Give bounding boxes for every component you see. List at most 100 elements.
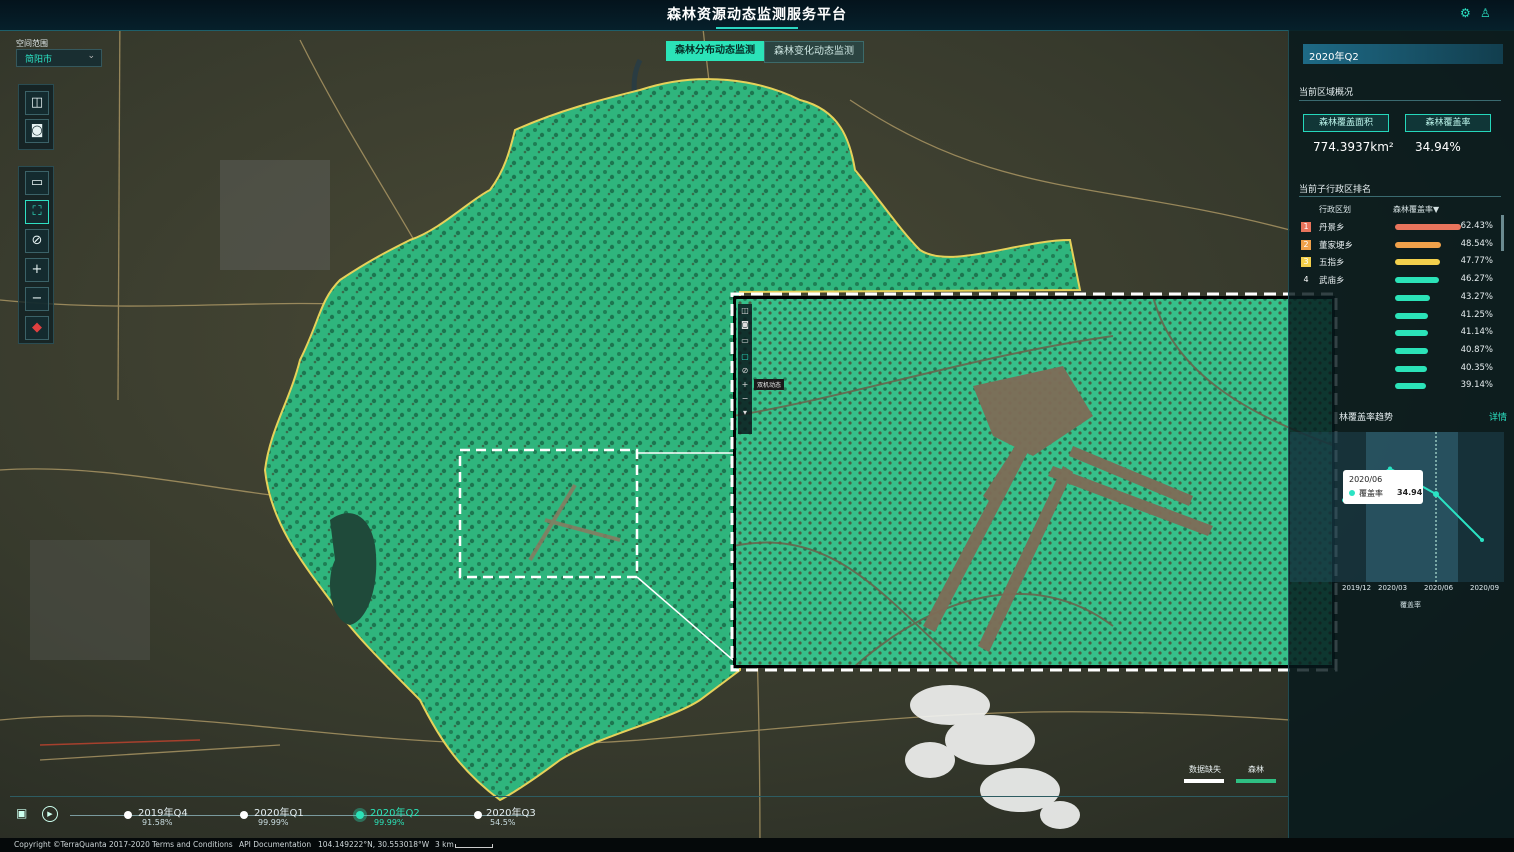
- ruler-icon[interactable]: ▭: [738, 332, 752, 350]
- camera-icon[interactable]: ◙: [738, 318, 752, 332]
- trend-title: 林覆盖率趋势: [1339, 413, 1394, 423]
- forest-rate-button[interactable]: 森林覆盖率: [1405, 114, 1491, 132]
- timeline-dot[interactable]: [474, 811, 482, 819]
- trend-chart-svg: [1342, 432, 1484, 582]
- tooltip-dot-icon: [1349, 490, 1355, 496]
- ranking-row[interactable]: 40.35%: [1299, 361, 1505, 377]
- zoom-out-button[interactable]: −: [25, 287, 49, 311]
- rank-col-rate[interactable]: 森林覆盖率▼: [1393, 204, 1439, 215]
- legend-forest-swatch: [1236, 779, 1276, 783]
- rank-rate: 40.35%: [1460, 362, 1493, 373]
- rank-rate: 47.77%: [1460, 256, 1493, 267]
- left-toolbar-bottom: ▭ ⛶ ⊘ + − ◆: [18, 166, 54, 344]
- fullscreen-button[interactable]: ⛶: [25, 200, 49, 224]
- rank-badge: 1: [1301, 222, 1311, 232]
- zoom-out-icon[interactable]: −: [738, 392, 752, 406]
- rank-badge: [1301, 381, 1311, 391]
- ranking-row[interactable]: 1 丹景乡 62.43%: [1299, 219, 1505, 235]
- fullscreen-icon[interactable]: ▢: [738, 350, 752, 364]
- coordinates-readout: 104.149222°N, 30.553018°W: [318, 840, 430, 849]
- rank-name: 五指乡: [1319, 258, 1345, 269]
- zoom-in-button[interactable]: +: [25, 258, 49, 282]
- timeline-label[interactable]: 2020年Q3: [486, 804, 536, 819]
- settings-icon[interactable]: ⚙: [1460, 6, 1471, 20]
- rank-bar: [1395, 241, 1442, 248]
- rank-badge: 2: [1301, 239, 1311, 250]
- terms-link[interactable]: Terms and Conditions: [152, 840, 233, 849]
- tab-forest-change[interactable]: 森林变化动态监测: [764, 41, 864, 63]
- scale-bar: [455, 844, 493, 848]
- api-link[interactable]: API Documentation: [239, 840, 311, 849]
- timeline-dot[interactable]: [240, 811, 248, 819]
- rank-rate: 41.25%: [1460, 309, 1493, 320]
- compass-button[interactable]: ◆: [25, 316, 49, 340]
- trend-detail-link[interactable]: 详情: [1489, 410, 1507, 423]
- x-tick: 2019/12: [1342, 584, 1372, 592]
- zoom-in-icon[interactable]: +: [738, 378, 752, 392]
- rank-bar: [1395, 277, 1440, 284]
- overview-title: 当前区域概况: [1299, 88, 1354, 98]
- ranking-row[interactable]: 2 董家埂乡 48.54%: [1299, 237, 1505, 253]
- timeline-label[interactable]: 2019年Q4: [138, 804, 188, 819]
- divider: [1299, 196, 1501, 197]
- rank-bar: [1395, 224, 1461, 230]
- timeline-top-line: [10, 796, 1288, 797]
- trend-chart[interactable]: [1290, 432, 1504, 582]
- x-tick: 2020/09: [1470, 584, 1500, 592]
- rank-name: 董家埂乡: [1319, 240, 1354, 251]
- ranking-row[interactable]: 43.27%: [1299, 290, 1505, 306]
- rank-name: 武庙乡: [1319, 276, 1345, 287]
- tooltip-date: 2020/06: [1349, 475, 1383, 484]
- forest-area-value: 774.3937km²: [1313, 140, 1394, 154]
- ranking-row[interactable]: 4 武庙乡 46.27%: [1299, 272, 1505, 288]
- hide-layer-button[interactable]: ⊘: [25, 229, 49, 253]
- hide-icon[interactable]: ⊘: [738, 364, 752, 378]
- scale-label: 3 km: [435, 840, 454, 849]
- rank-badge: [1301, 364, 1311, 374]
- compare-button[interactable]: ◫: [25, 91, 49, 115]
- region-value: 简阳市: [25, 55, 53, 65]
- rank-badge: 4: [1303, 275, 1309, 285]
- title-underline: [716, 27, 798, 29]
- scrollbar[interactable]: [1501, 215, 1504, 251]
- compass-icon[interactable]: ▾: [738, 406, 752, 420]
- timeline-label-active[interactable]: 2020年Q2: [370, 804, 420, 819]
- timeline-dot-active[interactable]: [356, 811, 364, 819]
- rank-bar: [1395, 383, 1427, 390]
- timeline-label[interactable]: 2020年Q1: [254, 804, 304, 819]
- region-select[interactable]: 简阳市 ⌄: [16, 49, 102, 67]
- ranking-row[interactable]: 41.25%: [1299, 308, 1505, 324]
- rank-rate: 46.27%: [1460, 274, 1493, 285]
- ranking-row[interactable]: 40.87%: [1299, 343, 1505, 359]
- play-icon[interactable]: ▶: [42, 806, 58, 822]
- region-label: 空间范围: [16, 39, 48, 48]
- timeline-sub: 99.99%: [258, 818, 289, 827]
- chart-tooltip: 2020/06 覆盖率 34.94: [1343, 470, 1423, 504]
- compare-icon[interactable]: ◫: [738, 304, 752, 318]
- data-point[interactable]: [1480, 538, 1484, 542]
- calendar-icon[interactable]: ▣: [16, 806, 27, 820]
- left-toolbar-top: ◫ ◙: [18, 84, 54, 150]
- user-icon[interactable]: ♙: [1480, 6, 1491, 20]
- tab-forest-distribution[interactable]: 森林分布动态监测: [666, 41, 764, 61]
- rank-bar: [1395, 294, 1430, 301]
- timeline-sub: 99.99%: [374, 818, 405, 827]
- chevron-down-icon: ⌄: [87, 51, 95, 61]
- forest-area-button[interactable]: 森林覆盖面积: [1303, 114, 1389, 132]
- timeline-dot[interactable]: [124, 811, 132, 819]
- x-tick: 2020/03: [1378, 584, 1408, 592]
- screenshot-button[interactable]: ◙: [25, 119, 49, 143]
- data-point[interactable]: [1433, 491, 1439, 498]
- measure-button[interactable]: ▭: [25, 171, 49, 195]
- ranking-title: 当前子行政区排名: [1299, 185, 1372, 195]
- rank-badge: [1301, 328, 1311, 338]
- rank-rate: 62.43%: [1460, 221, 1493, 231]
- ranking-row[interactable]: 41.14%: [1299, 325, 1505, 341]
- inset-toolbar: ◫ ◙ ▭ ▢ ⊘ + − ▾: [738, 304, 752, 434]
- app-title: 森林资源动态监测服务平台: [667, 7, 847, 23]
- rank-bar: [1395, 330, 1428, 337]
- legend-forest: 森林: [1248, 765, 1264, 774]
- ranking-row[interactable]: 39.14%: [1299, 378, 1505, 394]
- chart-highlight-band: [1366, 432, 1458, 582]
- ranking-row[interactable]: 3 五指乡 47.77%: [1299, 254, 1505, 270]
